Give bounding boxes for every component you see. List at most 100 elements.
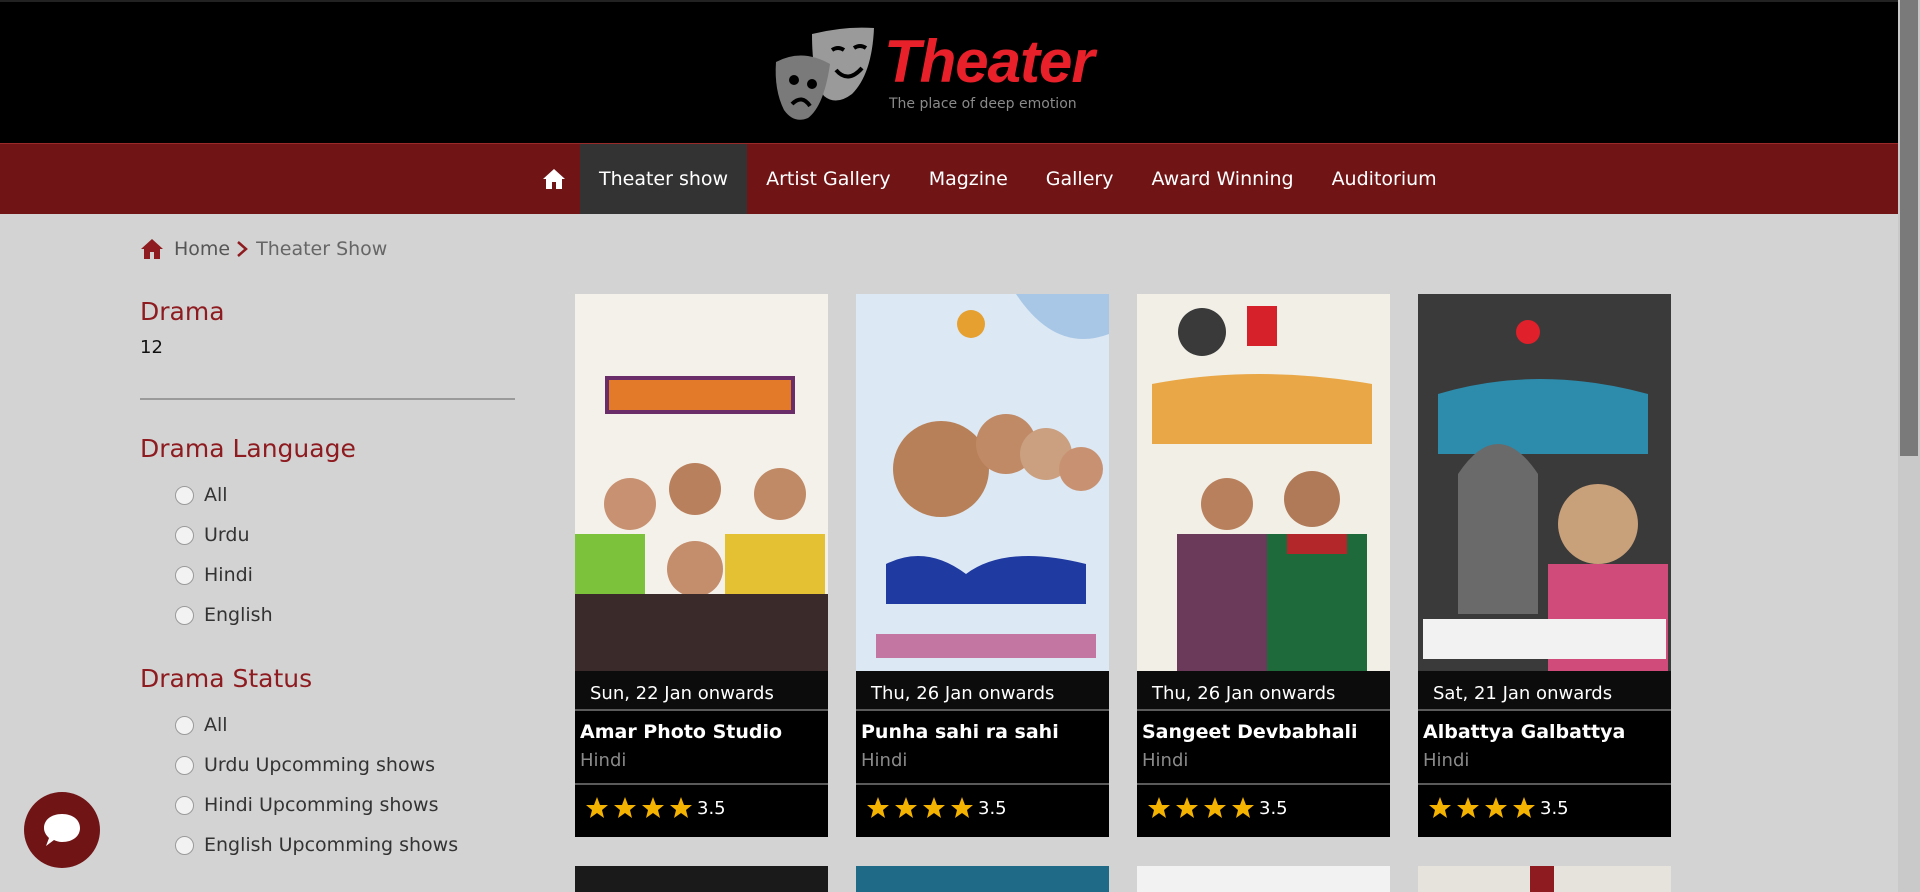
radio-button[interactable] [175,795,194,815]
nav-item-artist-gallery[interactable]: Artist Gallery [747,144,910,214]
star-icon [1176,797,1198,818]
show-language: Hindi [580,750,627,771]
show-card[interactable]: Sat, 21 Jan onwards Albattya Galbattya H… [1418,294,1671,837]
status-option-hindi-upcoming[interactable]: Hindi Upcomming shows [175,794,438,816]
star-icon [1457,797,1479,818]
chevron-right-icon [237,241,249,257]
radio-label: Urdu Upcomming shows [204,754,436,776]
logo-tagline: The place of deep emotion [889,96,1077,112]
star-icon [923,797,945,818]
site-logo[interactable]: Theater The place of deep emotion [774,24,1134,124]
radio-button[interactable] [175,715,194,735]
show-date: Thu, 26 Jan onwards [1137,671,1390,711]
rating-value: 3.5 [1259,797,1288,819]
show-card-partial[interactable] [856,866,1109,892]
rating-value: 3.5 [697,797,726,819]
star-icon [1513,797,1535,818]
show-title[interactable]: Albattya Galbattya [1423,721,1625,743]
show-title[interactable]: Amar Photo Studio [580,721,782,743]
nav-item-magzine[interactable]: Magzine [910,144,1027,214]
nav-item-theater-show[interactable]: Theater show [580,144,748,214]
home-icon [543,169,565,189]
show-poster-image[interactable] [575,294,828,671]
nav-item-auditorium[interactable]: Auditorium [1313,144,1456,214]
drama-status-heading: Drama Status [140,664,313,693]
card-divider [1137,783,1390,785]
site-header: Theater The place of deep emotion [0,0,1898,143]
radio-button[interactable] [175,485,194,505]
chat-button[interactable] [24,792,100,868]
show-poster-image[interactable] [856,294,1109,671]
star-icon [642,797,664,818]
show-rating: 3.5 [1147,796,1288,820]
breadcrumb-home-link[interactable]: Home [174,238,230,260]
logo-title: Theater [884,28,1095,95]
drama-count: 12 [140,337,163,358]
star-icon [1204,797,1226,818]
poster-artwork [1152,306,1372,671]
scrollbar-thumb[interactable] [1900,0,1918,456]
radio-button[interactable] [175,525,194,545]
show-card[interactable]: Thu, 26 Jan onwards Punha sahi ra sahi H… [856,294,1109,837]
show-rating: 3.5 [585,796,726,820]
status-option-english-upcoming[interactable]: English Upcomming shows [175,834,458,856]
breadcrumb-current: Theater Show [256,238,388,260]
card-divider [575,783,828,785]
breadcrumb: Home Theater Show [140,238,387,260]
show-title[interactable]: Sangeet Devbabhali [1142,721,1358,743]
radio-label: Hindi Upcomming shows [204,794,439,816]
radio-label: Hindi [204,564,253,586]
card-divider [856,783,1109,785]
star-icon [1485,797,1507,818]
status-option-all[interactable]: All [175,714,228,736]
language-option-all[interactable]: All [175,484,228,506]
language-option-urdu[interactable]: Urdu [175,524,250,546]
show-rating: 3.5 [1428,796,1569,820]
drama-language-heading: Drama Language [140,434,356,463]
star-icon [614,797,636,818]
show-card-partial[interactable] [575,866,828,892]
show-card[interactable]: Sun, 22 Jan onwards Amar Photo Studio Hi… [575,294,828,837]
show-date: Thu, 26 Jan onwards [856,671,1109,711]
star-icon [1148,797,1170,818]
show-card-partial[interactable] [1137,866,1390,892]
theater-masks-icon [775,27,874,120]
show-date: Sat, 21 Jan onwards [1418,671,1671,711]
star-icon [951,797,973,818]
star-icon [1429,797,1451,818]
radio-label: Urdu [204,524,250,546]
home-icon[interactable] [140,238,164,260]
show-card-partial[interactable] [1418,866,1671,892]
star-icon [1232,797,1254,818]
radio-button[interactable] [175,565,194,585]
nav-item-award-winning[interactable]: Award Winning [1132,144,1312,214]
star-icon [867,797,889,818]
show-language: Hindi [861,750,908,771]
show-poster-image[interactable] [1418,294,1671,671]
radio-label: English Upcomming shows [204,834,459,856]
star-icon [586,797,608,818]
rating-value: 3.5 [978,797,1007,819]
star-icon [895,797,917,818]
poster-artwork [876,294,1109,658]
nav-home-button[interactable] [528,144,580,214]
radio-label: All [204,484,228,506]
language-option-english[interactable]: English [175,604,273,626]
radio-button[interactable] [175,755,194,775]
main-nav: Theater show Artist Gallery Magzine Gall… [0,143,1898,214]
drama-heading: Drama [140,297,225,326]
radio-label: All [204,714,228,736]
radio-button[interactable] [175,605,194,625]
page-scrollbar[interactable] [1898,0,1920,892]
nav-item-gallery[interactable]: Gallery [1027,144,1133,214]
language-option-hindi[interactable]: Hindi [175,564,253,586]
show-card[interactable]: Thu, 26 Jan onwards Sangeet Devbabhali H… [1137,294,1390,837]
status-option-urdu-upcoming[interactable]: Urdu Upcomming shows [175,754,435,776]
chat-bubble-icon [44,814,80,846]
show-language: Hindi [1423,750,1470,771]
sidebar-divider [140,398,515,400]
poster-artwork [575,376,828,671]
show-poster-image[interactable] [1137,294,1390,671]
show-title[interactable]: Punha sahi ra sahi [861,721,1059,743]
radio-button[interactable] [175,835,194,855]
